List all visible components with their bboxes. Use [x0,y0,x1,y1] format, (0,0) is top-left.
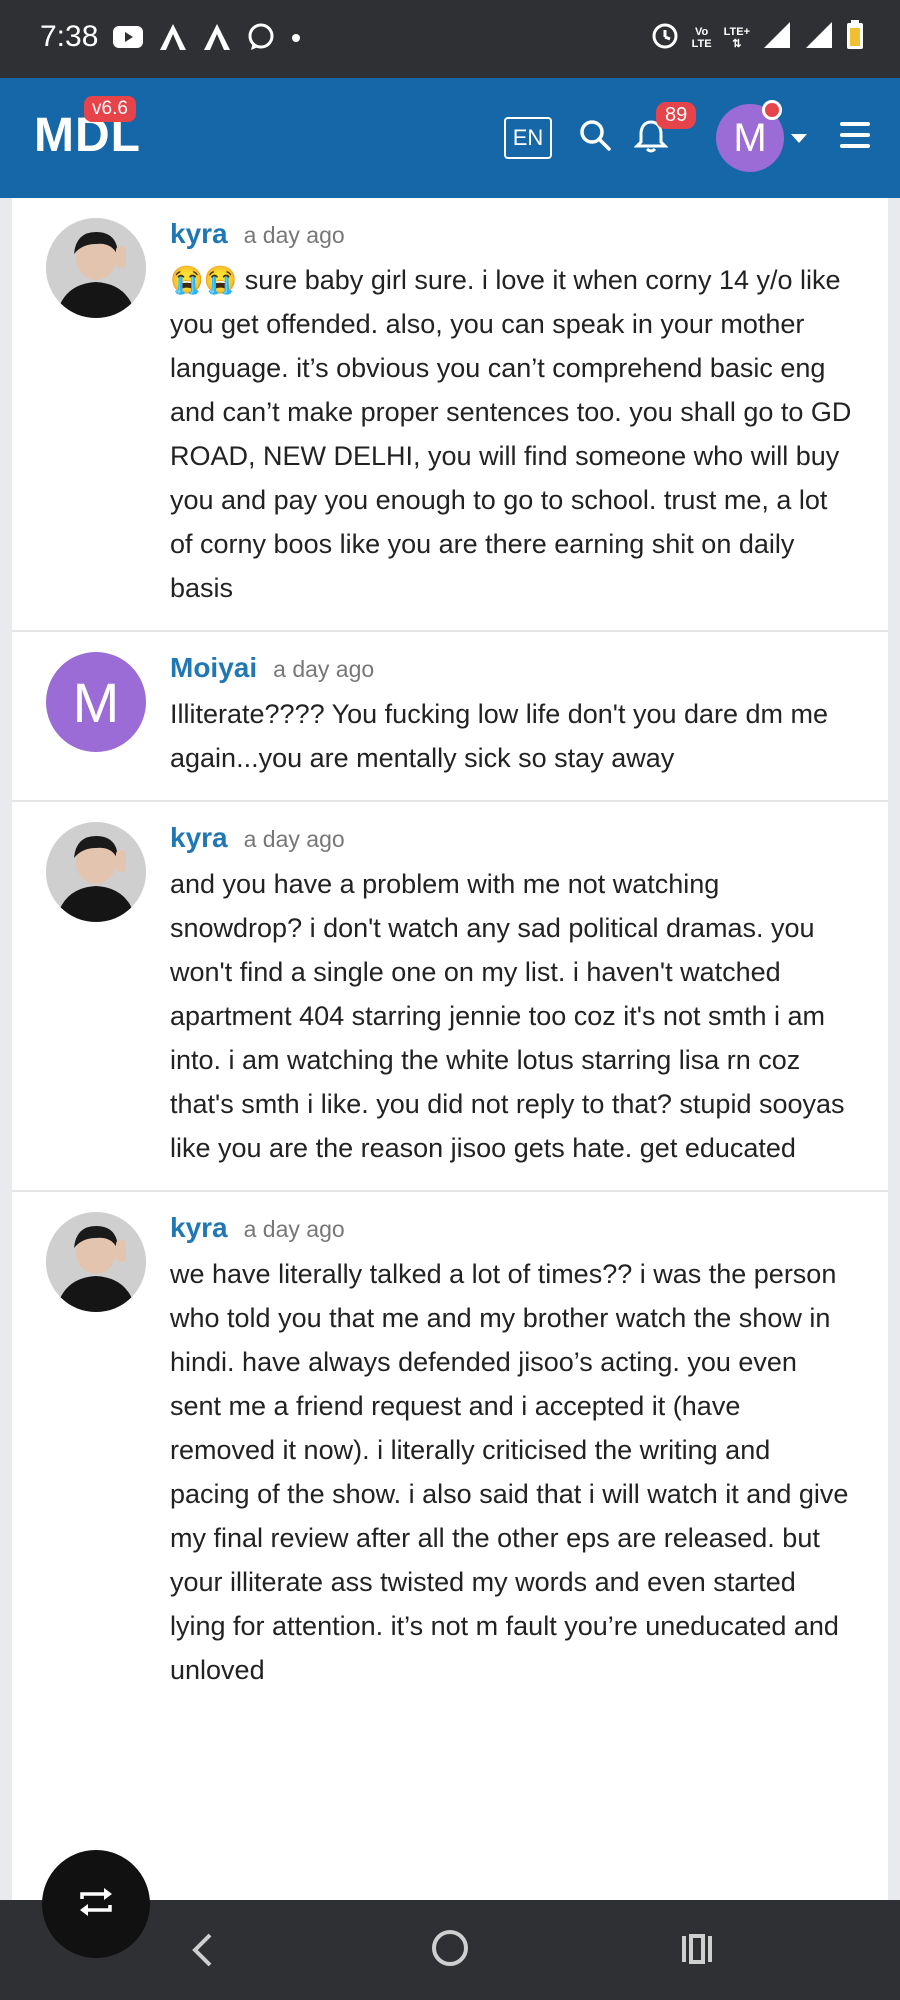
search-icon[interactable] [578,118,612,157]
avatar[interactable] [46,218,146,318]
comment-time: a day ago [243,1216,345,1242]
app-header: MDL v6.6 EN 89 M [0,78,900,198]
comment-header: Moiyai a day ago [170,652,852,684]
volte-bottom: LTE [691,37,712,50]
menu-icon[interactable] [840,122,870,155]
comment-item: kyra a day ago 😭😭 sure baby girl sure. i… [12,198,888,632]
app-a-icon [158,22,188,57]
comment-item: kyra a day ago and you have a problem wi… [12,802,888,1192]
repost-button[interactable] [42,1850,150,1958]
lte-indicator: LTE+ ⇅ [723,25,750,50]
comment-text: and you have a problem with me not watch… [170,869,845,1163]
avatar[interactable]: M [46,652,146,752]
comment-item: M Moiyai a day ago Illiterate???? You fu… [12,632,888,802]
whatsapp-icon [246,22,276,57]
avatar-status-dot [762,100,782,120]
chevron-down-icon[interactable] [791,134,807,143]
youtube-icon [112,24,144,55]
alarm-icon [650,20,680,55]
dot-icon [290,31,302,49]
app-a-icon [202,22,232,57]
lte-label: LTE+ [723,25,750,38]
comment-author[interactable]: kyra [170,218,228,250]
signal-icon [762,20,792,55]
recents-icon[interactable] [680,1932,714,1971]
comment-header: kyra a day ago [170,1212,852,1244]
comment-text: Illiterate???? You fucking low life don'… [170,699,829,773]
comment-author[interactable]: kyra [170,1212,228,1244]
repost-icon [76,1885,116,1924]
notification-count-badge: 89 [656,102,697,129]
volte-indicator: Vo LTE [692,26,712,50]
volte-top: Vo [695,25,709,38]
comment-item: kyra a day ago we have literally talked … [12,1192,888,1712]
status-bar: 7:38 Vo LTE LTE+ ⇅ [0,0,900,78]
status-notification-icons [112,22,302,57]
avatar[interactable] [46,1212,146,1312]
comment-header: kyra a day ago [170,218,852,250]
signal-icon [804,20,834,55]
back-icon[interactable] [190,1932,214,1973]
version-badge: v6.6 [84,96,136,122]
comment-header: kyra a day ago [170,822,852,854]
status-system-icons: Vo LTE LTE+ ⇅ [650,20,864,55]
comment-text: 😭😭 sure baby girl sure. i love it when c… [170,265,852,603]
comment-author[interactable]: Moiyai [170,652,257,684]
comment-text: we have literally talked a lot of times?… [170,1259,849,1685]
comment-author[interactable]: kyra [170,822,228,854]
home-icon[interactable] [432,1930,468,1966]
battery-icon [846,20,864,55]
comment-time: a day ago [243,826,345,852]
status-time: 7:38 [40,20,99,53]
comment-time: a day ago [273,656,375,682]
avatar[interactable] [46,822,146,922]
comments-list: kyra a day ago 😭😭 sure baby girl sure. i… [12,198,888,1900]
comment-time: a day ago [243,222,345,248]
language-button[interactable]: EN [504,117,552,159]
